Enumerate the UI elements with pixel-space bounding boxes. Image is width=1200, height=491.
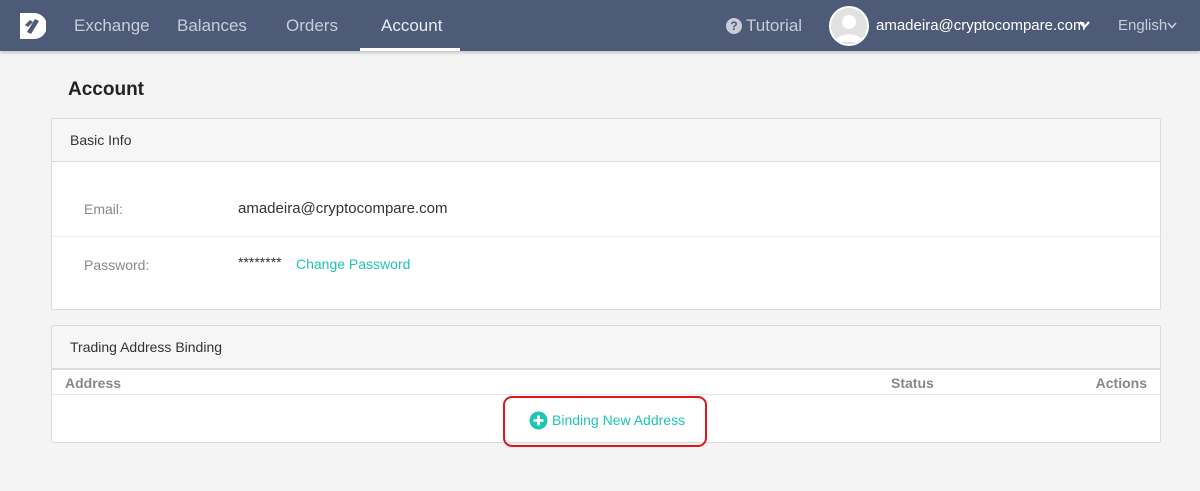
basic-info-panel: Basic Info Email: amadeira@cryptocompare… — [51, 118, 1162, 310]
chevron-down-icon[interactable] — [1079, 20, 1090, 30]
nav-account[interactable]: Account — [381, 0, 442, 51]
plus-circle-icon — [529, 411, 548, 430]
binding-new-address-button[interactable]: Binding New Address — [503, 396, 707, 447]
logo-icon[interactable] — [18, 11, 46, 41]
change-password-link[interactable]: Change Password — [296, 256, 410, 272]
active-tab-indicator — [360, 48, 460, 51]
nav-balances[interactable]: Balances — [177, 0, 247, 51]
question-icon: ? — [726, 18, 742, 34]
password-value: ******** — [238, 254, 282, 270]
email-label: Email: — [84, 201, 123, 217]
address-table-header: Address Status Actions — [52, 369, 1160, 395]
binding-new-address-label: Binding New Address — [552, 412, 686, 428]
password-label: Password: — [84, 257, 150, 273]
trading-address-panel: Trading Address Binding Address Status A… — [51, 325, 1161, 447]
column-address[interactable]: Address — [65, 375, 121, 391]
tutorial-label: Tutorial — [746, 16, 803, 35]
chevron-down-icon[interactable] — [1167, 21, 1177, 30]
avatar[interactable] — [829, 6, 869, 46]
basic-info-title: Basic Info — [52, 119, 1160, 162]
password-row: Password: ******** Change Password — [52, 237, 1162, 293]
email-value: amadeira@cryptocompare.com — [238, 200, 448, 217]
column-actions[interactable]: Actions — [1096, 375, 1147, 391]
column-status[interactable]: Status — [891, 375, 934, 391]
page-title: Account — [68, 79, 144, 100]
email-row: Email: amadeira@cryptocompare.com — [52, 181, 1162, 237]
tutorial-link[interactable]: ? Tutorial — [726, 0, 802, 51]
nav-orders[interactable]: Orders — [286, 0, 338, 51]
trading-address-title: Trading Address Binding — [52, 326, 1160, 369]
user-email-menu[interactable]: amadeira@cryptocompare.com — [876, 0, 1085, 51]
avatar-icon — [831, 8, 867, 44]
language-selector[interactable]: English — [1118, 0, 1167, 51]
top-nav-bar: Exchange Balances Orders Account ? Tutori… — [0, 0, 1200, 51]
nav-exchange[interactable]: Exchange — [74, 0, 150, 51]
